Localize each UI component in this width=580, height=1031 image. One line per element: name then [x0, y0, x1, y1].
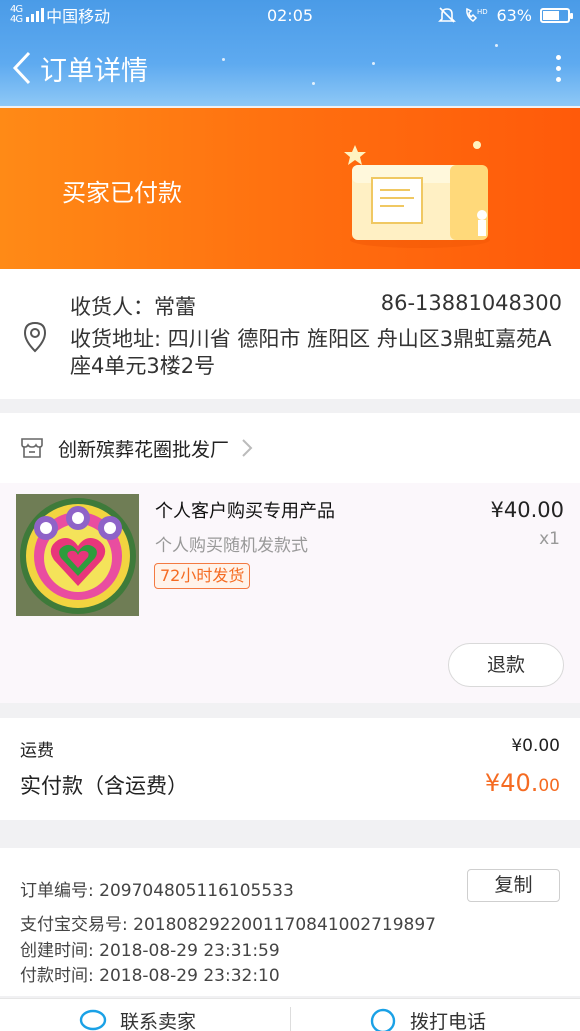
store-icon — [21, 438, 43, 458]
hd-call-icon: HD — [466, 7, 488, 22]
paid-time: 付款时间: 2018-08-29 23:32:10 — [20, 966, 280, 986]
product-quantity: x1 — [539, 529, 560, 549]
alipay-transaction-number: 支付宝交易号: 2018082922001170841002719897 — [20, 915, 436, 935]
carrier-name: 中国移动 — [46, 7, 111, 26]
fee-summary: 运费 ¥0.00 实付款（含运费） ¥40.00 — [0, 718, 580, 820]
signal-bars-icon — [26, 8, 45, 22]
status-bar: 4G 4G 中国移动 02:05 HD 63% — [0, 0, 580, 30]
product-image[interactable] — [16, 494, 139, 616]
total-paid-value: ¥40.00 — [484, 769, 560, 797]
nav-bar: 订单详情 — [0, 30, 580, 106]
order-status-banner: 买家已付款 — [0, 108, 580, 269]
receiver-address: 收货地址: 四川省 德阳市 旌阳区 舟山区3鼎虹嘉苑A座4单元3楼2号 — [70, 327, 552, 378]
total-paid-label: 实付款（含运费） — [20, 774, 188, 798]
receiver-name: 收货人：常蕾 — [70, 295, 196, 319]
copy-button[interactable]: 复制 — [467, 869, 560, 902]
back-button[interactable] — [12, 48, 36, 88]
more-dots-icon — [555, 54, 561, 60]
divider — [290, 1007, 291, 1031]
svg-text:HD: HD — [477, 8, 488, 16]
shipping-fee-value: ¥0.00 — [511, 736, 560, 756]
chevron-right-icon — [242, 439, 253, 457]
contact-seller-button[interactable]: 联系卖家 — [78, 1007, 196, 1031]
product-item[interactable]: 个人客户购买专用产品 个人购买随机发款式 72小时发货 ¥40.00 x1 退款 — [0, 483, 580, 703]
top-bar: 4G 4G 中国移动 02:05 HD 63% 订单详情 — [0, 0, 580, 106]
more-menu-button[interactable] — [548, 54, 568, 82]
shipping-address[interactable]: 收货人：常蕾 86-13881048300 收货地址: 四川省 德阳市 旌阳区 … — [0, 269, 580, 399]
shipping-time-badge: 72小时发货 — [154, 563, 251, 589]
wreath-image — [16, 494, 139, 616]
call-label: 拨打电话 — [410, 1011, 487, 1031]
battery-icon — [540, 7, 573, 23]
chevron-left-icon — [12, 51, 31, 85]
shop-name: 创新殡葬花圈批发厂 — [58, 438, 230, 461]
created-time: 创建时间: 2018-08-29 23:31:59 — [20, 941, 280, 961]
product-price: ¥40.00 — [490, 498, 564, 522]
shop-row[interactable]: 创新殡葬花圈批发厂 — [0, 413, 580, 483]
location-pin-icon — [23, 321, 47, 353]
bottom-action-bar: 联系卖家 拨打电话 — [0, 998, 580, 1031]
page-title: 订单详情 — [40, 55, 148, 87]
phone-icon — [370, 1008, 396, 1031]
order-info: 订单编号: 209704805116105533 复制 支付宝交易号: 2018… — [0, 848, 580, 996]
order-status: 买家已付款 — [62, 179, 182, 207]
battery-percent: 63% — [496, 5, 532, 25]
contact-seller-label: 联系卖家 — [120, 1011, 197, 1031]
signal-icon: 4G 4G — [10, 4, 23, 25]
product-title: 个人客户购买专用产品 — [155, 501, 335, 522]
order-number: 订单编号: 209704805116105533 — [20, 881, 294, 901]
shipping-fee-label: 运费 — [20, 741, 54, 761]
refund-button[interactable]: 退款 — [448, 643, 564, 687]
receiver-phone: 86-13881048300 — [380, 291, 562, 315]
call-button[interactable]: 拨打电话 — [368, 1007, 486, 1031]
product-spec: 个人购买随机发款式 — [155, 536, 308, 556]
chat-icon — [79, 1009, 107, 1030]
package-illustration — [344, 141, 490, 248]
bell-muted-icon — [438, 7, 457, 23]
